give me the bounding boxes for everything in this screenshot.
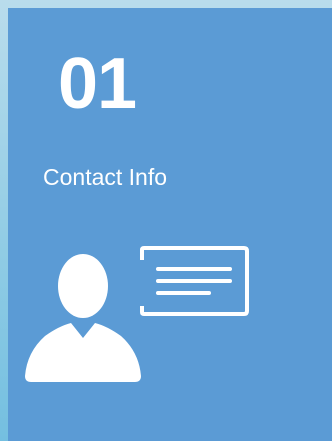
contact-info-card[interactable]: 01 Contact Info [8,8,332,441]
step-label: Contact Info [43,164,168,190]
person-head-shape [58,254,108,318]
contact-card-icon [25,246,249,382]
person-body-shape [25,323,141,382]
step-number: 01 [58,44,137,124]
